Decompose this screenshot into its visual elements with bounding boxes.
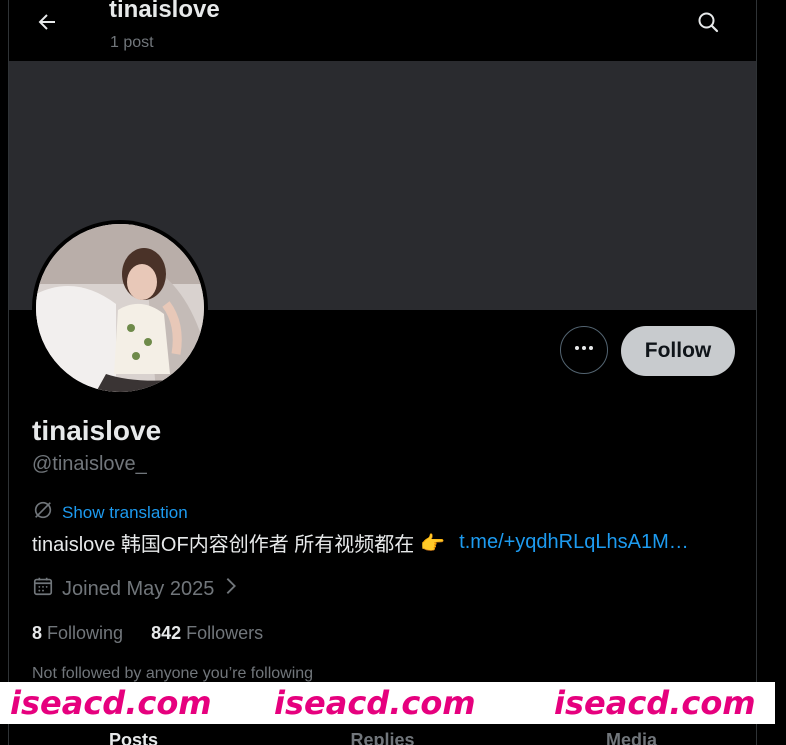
bio: tinaislove 韩国OF内容创作者 所有视频都在 👉 t.me/+yqdh… <box>32 528 689 557</box>
followers-stat[interactable]: 842 Followers <box>151 623 263 644</box>
joined-label: Joined May 2025 <box>62 577 215 600</box>
tab-posts[interactable]: Posts <box>9 730 258 745</box>
watermark-text: iseacd.com <box>274 684 476 722</box>
header-title: tinaislove <box>109 0 220 23</box>
top-bar: tinaislove 1 post <box>9 0 756 61</box>
show-translation-link[interactable]: Show translation <box>32 499 188 526</box>
bio-link[interactable]: t.me/+yqdhRLqLhsA1M… <box>459 531 689 554</box>
profile-tabs: Posts Replies Media <box>9 730 756 745</box>
search-icon <box>696 10 720 39</box>
arrow-left-icon <box>35 10 59 39</box>
follow-button[interactable]: Follow <box>621 326 735 376</box>
post-count: 1 post <box>110 34 154 51</box>
following-count: 8 <box>32 623 43 643</box>
display-name: tinaislove <box>32 415 162 446</box>
watermark-text: iseacd.com <box>554 684 756 722</box>
avatar-photo <box>36 224 204 392</box>
bio-text: tinaislove 韩国OF内容创作者 所有视频都在 <box>32 534 415 556</box>
profile-page: tinaislove 1 post Follow tinaislove @tin… <box>0 0 786 745</box>
main-column: tinaislove 1 post Follow tinaislove @tin… <box>8 0 757 745</box>
following-label: Following <box>47 623 124 643</box>
more-dots-icon <box>572 336 596 365</box>
avatar[interactable] <box>32 220 208 396</box>
followers-count: 842 <box>151 623 182 643</box>
not-followed-notice: Not followed by anyone you’re following <box>32 665 314 682</box>
joined-date[interactable]: Joined May 2025 <box>32 575 240 603</box>
tab-replies[interactable]: Replies <box>258 730 507 745</box>
search-button[interactable] <box>690 6 726 42</box>
show-translation-label: Show translation <box>62 502 188 522</box>
chevron-right-icon <box>222 575 240 603</box>
more-options-button[interactable] <box>560 326 608 374</box>
pointing-hand-emoji: 👉 <box>420 530 446 555</box>
tab-media[interactable]: Media <box>507 730 756 745</box>
back-button[interactable] <box>29 6 65 42</box>
watermark-text: iseacd.com <box>10 684 212 722</box>
user-handle: @tinaislove_ <box>32 453 147 475</box>
followers-label: Followers <box>186 623 264 643</box>
watermark-band: iseacd.com iseacd.com iseacd.com <box>0 682 775 724</box>
follow-stats: 8 Following 842 Followers <box>32 623 263 644</box>
translate-icon <box>32 499 54 526</box>
calendar-icon <box>32 575 54 603</box>
following-stat[interactable]: 8 Following <box>32 623 123 644</box>
